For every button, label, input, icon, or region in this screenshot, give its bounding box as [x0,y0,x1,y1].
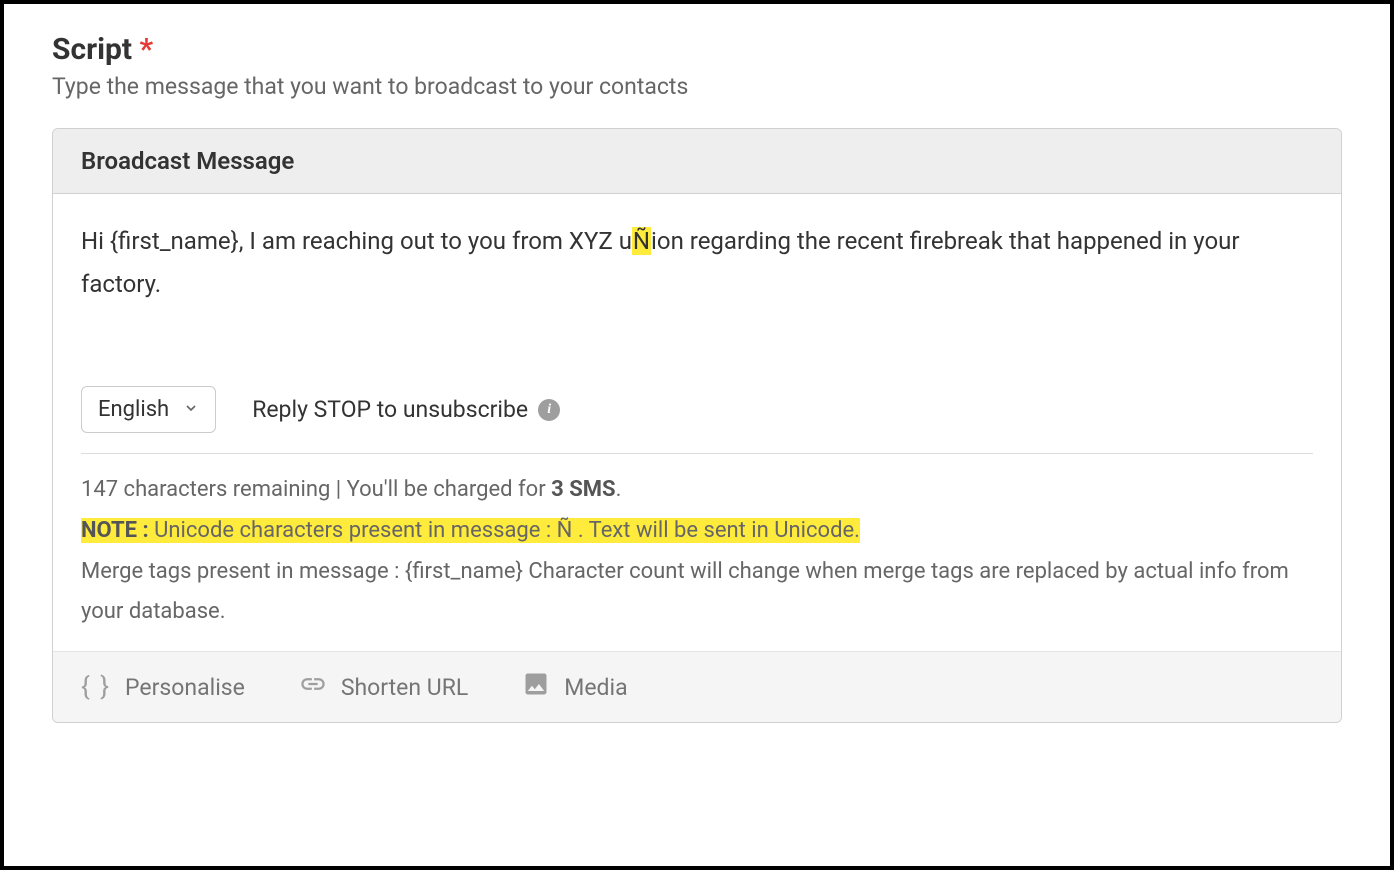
card-footer: { } Personalise Shorten URL Media [53,651,1341,722]
required-asterisk: * [140,32,154,67]
section-subtitle: Type the message that you want to broadc… [52,73,1342,100]
period: . [616,477,622,502]
media-button[interactable]: Media [522,670,627,704]
section-title: Script * [52,32,1342,67]
section-title-text: Script [52,32,132,67]
card-body: Hi {first_name}, I am reaching out to yo… [53,194,1341,651]
personalise-button[interactable]: { } Personalise [81,672,245,702]
note-char: Ñ [557,518,573,543]
controls-row: English Reply STOP to unsubscribe i [81,386,1313,454]
unsubscribe-text: Reply STOP to unsubscribe [252,396,528,423]
chevron-down-icon [183,397,199,422]
unicode-note-line: NOTE : Unicode characters present in mes… [81,511,1313,552]
message-textarea[interactable]: Hi {first_name}, I am reaching out to yo… [81,220,1313,306]
highlighted-unicode-char: Ñ [632,227,651,255]
note-text-1: Unicode characters present in message : [154,518,557,543]
message-part1: Hi {first_name}, I am reaching out to yo… [81,227,632,255]
media-label: Media [564,674,627,701]
image-icon [522,670,550,704]
char-count-line: 147 characters remaining | You'll be cha… [81,470,1313,511]
personalise-label: Personalise [125,674,245,701]
unicode-note-highlight: NOTE : Unicode characters present in mes… [81,518,860,543]
note-label: NOTE : [81,518,154,543]
language-select-value: English [98,397,169,422]
merge-tags-line: Merge tags present in message : {first_n… [81,552,1313,633]
note-text-2: . Text will be sent in Unicode. [572,518,860,543]
sms-count: 3 SMS [551,477,615,502]
info-icon[interactable]: i [538,399,560,421]
unsubscribe-text-row: Reply STOP to unsubscribe i [252,396,560,423]
shorten-url-button[interactable]: Shorten URL [299,670,468,704]
chars-remaining-text: 147 characters remaining | You'll be cha… [81,477,551,502]
card-header: Broadcast Message [53,129,1341,194]
braces-icon: { } [81,672,111,702]
broadcast-card: Broadcast Message Hi {first_name}, I am … [52,128,1342,723]
language-select[interactable]: English [81,386,216,433]
shorten-url-label: Shorten URL [341,674,468,701]
link-icon [299,670,327,704]
